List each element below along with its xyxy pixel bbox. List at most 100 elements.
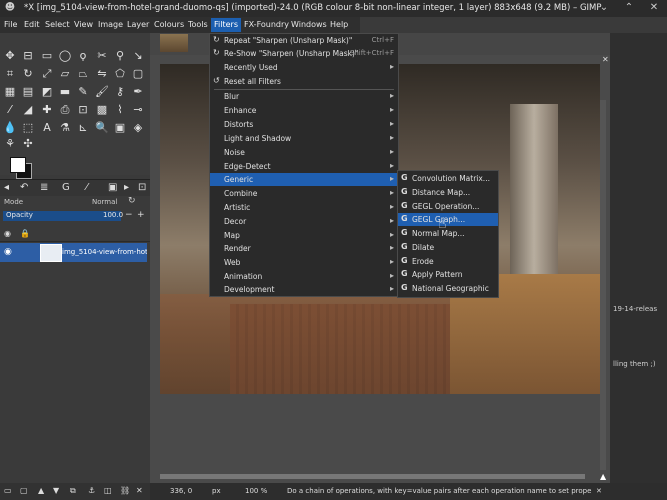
warp-icon[interactable]: ▢ [131,67,145,81]
submenu-item-national-geographic[interactable]: G National Geographic [398,282,498,295]
perspective-clone-icon[interactable]: ⊡ [76,103,90,117]
pen-icon[interactable]: ↘ [131,49,145,63]
submenu-item-convolution-matrix[interactable]: G Convolution Matrix... [398,172,498,185]
smudge-icon[interactable]: ⌇ [113,103,127,117]
color-icon[interactable]: ⚘ [3,137,17,151]
blur-icon[interactable]: ▩ [95,103,109,117]
submenu-item-gegl-operation[interactable]: G GEGL Operation... [398,200,498,213]
text-frame-icon[interactable]: ▤ [21,85,35,99]
menu-help[interactable]: Help [330,20,348,29]
crop-icon[interactable]: ⌗ [3,67,17,81]
scissors-icon[interactable]: ✂ [95,49,109,63]
tab-arrow-right-icon[interactable]: ▸ [124,182,129,193]
clone-icon[interactable]: ⎙ [58,103,72,117]
tab-menu-icon[interactable]: ⊡ [138,182,146,193]
color-picker-icon[interactable]: ⚗ [58,121,72,135]
maximize-icon[interactable]: ⌃ [623,2,635,14]
menu-item-web[interactable]: Web ▸ [210,256,398,269]
text-icon[interactable]: A [40,121,54,135]
menu-edit[interactable]: Edit [24,20,40,29]
menu-image[interactable]: Image [98,20,123,29]
menu-item-combine[interactable]: Combine ▸ [210,187,398,200]
close-icon[interactable]: ✕ [648,2,660,14]
menu-item-repeat[interactable]: ↻ Repeat "Sharpen (Unsharp Mask)" Ctrl+F [210,34,398,47]
horizontal-scrollbar[interactable] [160,474,585,479]
status-close-icon[interactable]: ✕ [596,487,602,495]
delete-layer-icon[interactable]: ✕ [136,486,143,495]
bucket-fill-icon[interactable]: ◩ [40,85,54,99]
mode-reset-icon[interactable]: ↻ [128,196,136,206]
opacity-increase-icon[interactable]: + [137,210,145,220]
menu-select[interactable]: Select [45,20,70,29]
paths-icon[interactable]: ⬚ [21,121,35,135]
submenu-item-distance-map[interactable]: G Distance Map... [398,186,498,199]
lower-layer-icon[interactable]: ▼ [53,486,59,495]
rotate-icon[interactable]: ↻ [21,67,35,81]
shear-icon[interactable]: ▱ [58,67,72,81]
new-layer-icon[interactable]: ▭ [4,486,12,495]
raise-layer-icon[interactable]: ▲ [38,486,44,495]
menu-item-reset-all[interactable]: ↺ Reset all Filters [210,75,398,88]
menu-filters[interactable]: Filters [211,18,241,32]
menu-colours[interactable]: Colours [154,20,184,29]
move-tool-icon[interactable]: ✥ [3,49,17,63]
anchor-icon[interactable]: ⚓ [88,486,95,495]
rect-select-icon[interactable]: ▭ [40,49,54,63]
dodge-icon[interactable]: ⊸ [131,103,145,117]
unit-select[interactable]: px [212,487,221,495]
menu-item-noise[interactable]: Noise ▸ [210,146,398,159]
menu-item-edge-detect[interactable]: Edge-Detect ▸ [210,160,398,173]
menu-fx-foundry[interactable]: FX-Foundry [244,20,289,29]
menu-item-generic[interactable]: Generic ▸ [210,173,398,186]
menu-item-light-and-shadow[interactable]: Light and Shadow ▸ [210,132,398,145]
opacity-decrease-icon[interactable]: − [125,210,133,220]
duplicate-layer-icon[interactable]: ⧉ [70,486,76,496]
menu-item-reshow[interactable]: ↻ Re-Show "Sharpen (Unsharp Mask)" Shift… [210,47,398,60]
menu-item-map[interactable]: Map ▸ [210,229,398,242]
ellipse-select-icon[interactable]: ◯ [58,49,72,63]
lasso-icon[interactable]: ϙ [76,49,90,63]
menu-item-recently-used[interactable]: Recently Used ▸ [210,61,398,74]
menu-file[interactable]: File [4,20,17,29]
fuzzy-select-icon[interactable]: ⚲ [113,49,127,63]
tab-gimp-icon[interactable]: G [62,182,70,193]
tab-tool-options-icon[interactable]: ↶ [20,182,28,193]
pencil-icon[interactable]: ✎ [76,85,90,99]
navigate-icon[interactable]: ▲ [600,472,606,481]
eraser-icon[interactable]: ◢ [21,103,35,117]
zoom-icon[interactable]: 🔍 [95,121,109,135]
new-group-icon[interactable]: ▢ [20,486,28,495]
submenu-item-apply-pattern[interactable]: G Apply Pattern [398,268,498,281]
menu-item-development[interactable]: Development ▸ [210,283,398,296]
collapse-icon[interactable]: ⌄ [598,2,610,14]
drop-icon[interactable]: 💧 [3,121,17,135]
unified-transform-icon[interactable]: ◈ [131,121,145,135]
opacity-value[interactable]: 100.0 [103,211,123,219]
canvas-close-icon[interactable]: ✕ [602,55,609,64]
submenu-item-normal-map[interactable]: G Normal Map... [398,227,498,240]
submenu-item-dilate[interactable]: G Dilate [398,241,498,254]
tab-layers-icon[interactable]: ≣ [40,182,48,193]
foreground-color-swatch[interactable] [10,157,26,173]
measure-icon[interactable]: ⊾ [76,121,90,135]
mode-select[interactable]: Normal [92,198,117,206]
chain-icon[interactable]: ⛓ [120,486,130,495]
paint-select-icon[interactable]: ✣ [21,137,35,151]
menu-item-distorts[interactable]: Distorts ▸ [210,118,398,131]
menu-windows[interactable]: Windows [291,20,327,29]
vertical-scrollbar[interactable] [600,100,606,470]
image-tab-thumbnail[interactable] [160,34,188,52]
zoom-select[interactable]: 100 % [245,487,267,495]
tab-pattern-icon[interactable]: ▣ [108,182,117,193]
grid-icon[interactable]: ▦ [3,85,17,99]
menu-item-decor[interactable]: Decor ▸ [210,215,398,228]
airbrush-icon[interactable]: ⚷ [113,85,127,99]
menu-item-enhance[interactable]: Enhance ▸ [210,104,398,117]
align-tool-icon[interactable]: ⊟ [21,49,35,63]
opacity-slider[interactable]: Opacity 100.0 [3,211,123,221]
handle-icon[interactable]: ▣ [113,121,127,135]
menu-tools[interactable]: Tools [188,20,208,29]
brush-icon[interactable]: 🖌 [95,85,109,99]
menu-layer[interactable]: Layer [127,20,149,29]
cage-icon[interactable]: ⬠ [113,67,127,81]
